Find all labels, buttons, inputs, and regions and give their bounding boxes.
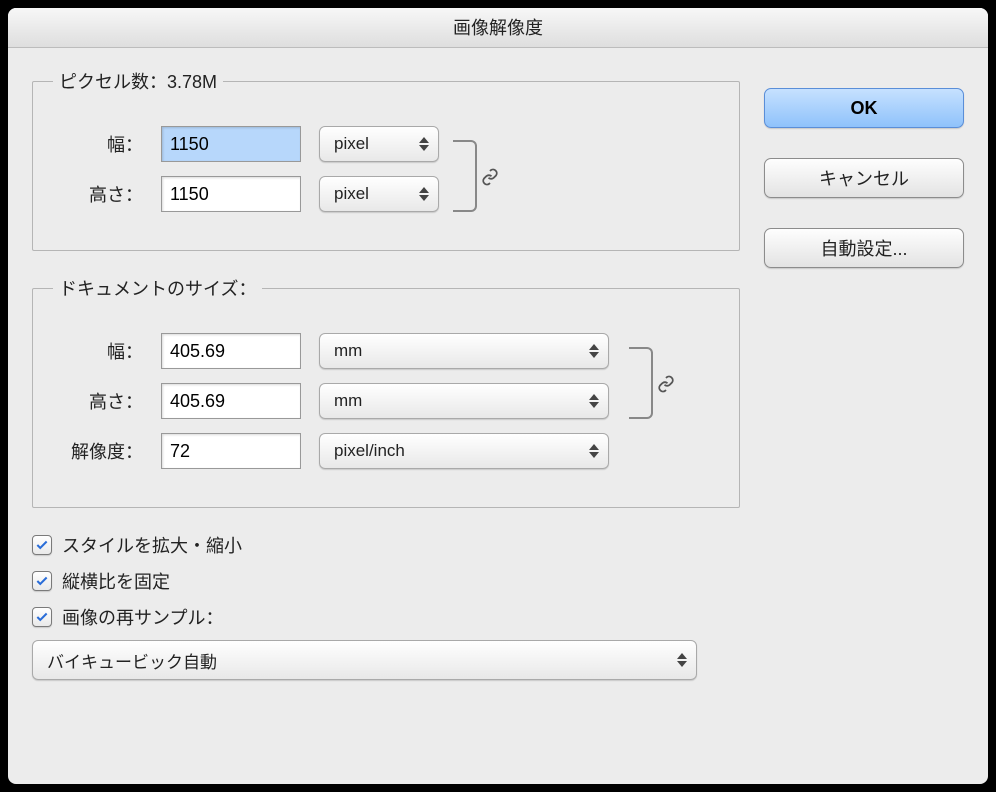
chevron-updown-icon	[588, 392, 600, 410]
pixel-dimensions-legend: ピクセル数：3.78M	[53, 68, 223, 94]
pixel-width-row: 幅： pixel	[53, 126, 639, 162]
pixel-legend-prefix: ピクセル数：	[59, 72, 167, 92]
doc-height-input[interactable]	[161, 383, 301, 419]
pixel-dimensions-group: ピクセル数：3.78M 幅： pixel 高さ： pixel	[32, 68, 740, 251]
chevron-updown-icon	[418, 135, 430, 153]
side-column: OK キャンセル 自動設定...	[764, 68, 964, 680]
document-size-legend: ドキュメントのサイズ：	[53, 275, 262, 301]
doc-width-row: 幅： mm	[53, 333, 659, 369]
pixel-width-unit-value: pixel	[334, 134, 369, 154]
doc-resolution-input[interactable]	[161, 433, 301, 469]
doc-width-label: 幅：	[53, 338, 143, 364]
constrain-label: 縦横比を固定	[62, 568, 170, 594]
pixel-height-row: 高さ： pixel	[53, 176, 639, 212]
doc-height-row: 高さ： mm	[53, 383, 659, 419]
auto-button-label: 自動設定...	[820, 235, 907, 261]
ok-button-label: OK	[851, 98, 878, 119]
doc-height-label: 高さ：	[53, 388, 143, 414]
auto-button[interactable]: 自動設定...	[764, 228, 964, 268]
constrain-checkbox[interactable]	[32, 571, 52, 591]
resample-method-value: バイキュービック自動	[47, 648, 217, 673]
dialog-content: ピクセル数：3.78M 幅： pixel 高さ： pixel	[8, 48, 988, 700]
scale-styles-row: スタイルを拡大・縮小	[32, 532, 740, 558]
pixel-height-label: 高さ：	[53, 181, 143, 207]
ok-button[interactable]: OK	[764, 88, 964, 128]
doc-width-unit-select[interactable]: mm	[319, 333, 609, 369]
doc-height-unit-select[interactable]: mm	[319, 383, 609, 419]
cancel-button-label: キャンセル	[819, 165, 909, 191]
doc-resolution-row: 解像度： pixel/inch	[53, 433, 659, 469]
pixel-height-unit-select[interactable]: pixel	[319, 176, 439, 212]
doc-resolution-unit-value: pixel/inch	[334, 441, 405, 461]
resample-row: 画像の再サンプル：	[32, 604, 740, 630]
scale-styles-checkbox[interactable]	[32, 535, 52, 555]
pixel-width-label: 幅：	[53, 131, 143, 157]
doc-resolution-label: 解像度：	[53, 438, 143, 464]
doc-link-bracket	[629, 347, 653, 419]
chevron-updown-icon	[676, 651, 688, 669]
chevron-updown-icon	[588, 442, 600, 460]
constrain-row: 縦横比を固定	[32, 568, 740, 594]
cancel-button[interactable]: キャンセル	[764, 158, 964, 198]
doc-height-unit-value: mm	[334, 391, 362, 411]
document-size-group: ドキュメントのサイズ： 幅： mm 高さ： mm	[32, 275, 740, 508]
pixel-width-input[interactable]	[161, 126, 301, 162]
pixel-link-bracket	[453, 140, 477, 212]
pixel-height-input[interactable]	[161, 176, 301, 212]
resample-method-select[interactable]: バイキュービック自動	[32, 640, 697, 680]
pixel-height-unit-value: pixel	[334, 184, 369, 204]
pixel-width-unit-select[interactable]: pixel	[319, 126, 439, 162]
doc-resolution-unit-select[interactable]: pixel/inch	[319, 433, 609, 469]
resample-label: 画像の再サンプル：	[62, 604, 223, 630]
link-icon[interactable]	[657, 375, 675, 393]
scale-styles-label: スタイルを拡大・縮小	[62, 532, 242, 558]
image-size-dialog: 画像解像度 ピクセル数：3.78M 幅： pixel 高さ：	[8, 8, 988, 784]
dialog-title: 画像解像度	[453, 18, 543, 38]
link-icon[interactable]	[481, 168, 499, 186]
chevron-updown-icon	[418, 185, 430, 203]
pixel-size-text: 3.78M	[167, 72, 217, 92]
doc-width-unit-value: mm	[334, 341, 362, 361]
dialog-titlebar: 画像解像度	[8, 8, 988, 48]
resample-checkbox[interactable]	[32, 607, 52, 627]
chevron-updown-icon	[588, 342, 600, 360]
doc-width-input[interactable]	[161, 333, 301, 369]
main-column: ピクセル数：3.78M 幅： pixel 高さ： pixel	[32, 68, 740, 680]
